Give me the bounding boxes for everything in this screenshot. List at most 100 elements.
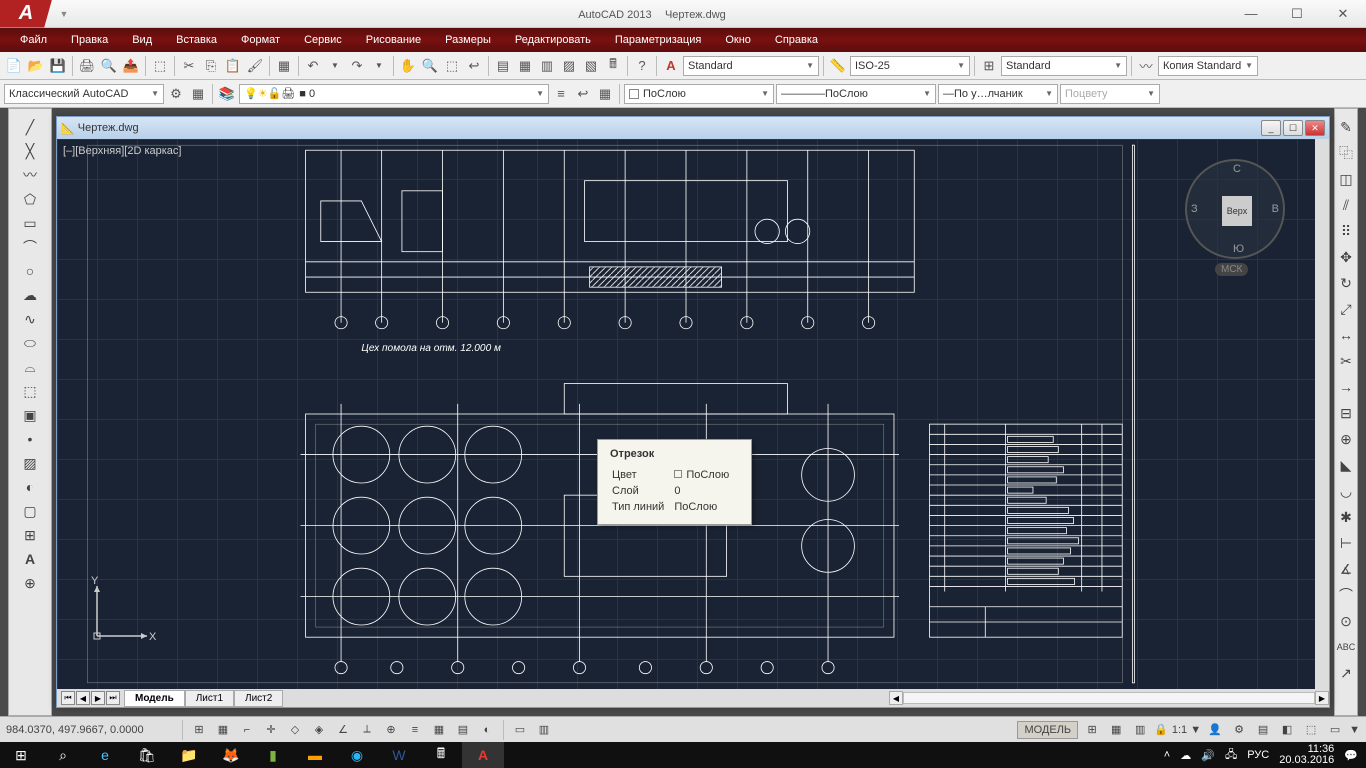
block-icon[interactable]: ▦ xyxy=(274,56,294,76)
annoscale-icon[interactable]: 🔒 xyxy=(1154,723,1168,736)
layout-qv-icon[interactable]: ▥ xyxy=(534,720,554,740)
tab-first-icon[interactable]: ⏮ xyxy=(61,691,75,705)
qv1-icon[interactable]: ▦ xyxy=(1106,720,1126,740)
tablestyle-dd[interactable]: Standard▼ xyxy=(1001,56,1127,76)
props-icon[interactable]: ▤ xyxy=(493,56,513,76)
offset-icon[interactable]: ⫽ xyxy=(1336,195,1356,215)
extend-icon[interactable]: → xyxy=(1336,377,1356,397)
menu-file[interactable]: Файл xyxy=(8,34,59,46)
dimstyle-dd[interactable]: ISO-25▼ xyxy=(850,56,970,76)
undo-icon[interactable]: ↶ xyxy=(303,56,323,76)
scale-dd[interactable]: 1:1 ▼ xyxy=(1172,724,1201,736)
insert-tool-icon[interactable]: ⬚ xyxy=(20,381,40,401)
tab-model[interactable]: Модель xyxy=(124,690,185,707)
gradient-tool-icon[interactable]: ◐ xyxy=(20,477,40,497)
line-tool-icon[interactable]: ╱ xyxy=(20,117,40,137)
explode-icon[interactable]: ✱ xyxy=(1336,507,1356,527)
app2-icon[interactable]: ▬ xyxy=(294,742,336,768)
perf-icon[interactable]: ▤ xyxy=(1253,720,1273,740)
redo-dd-icon[interactable]: ▼ xyxy=(369,56,389,76)
save-icon[interactable]: 💾 xyxy=(48,56,68,76)
qp-icon[interactable]: ▤ xyxy=(453,720,473,740)
drawing-canvas[interactable]: [–][Верхняя][2D каркас] xyxy=(57,139,1315,689)
tablestyle-icon[interactable]: ⊞ xyxy=(979,56,999,76)
tray-up-icon[interactable]: ˄ xyxy=(1164,749,1170,761)
tp-icon[interactable]: ▥ xyxy=(537,56,557,76)
search-icon[interactable]: ⌕ xyxy=(42,742,84,768)
close-button[interactable]: ✕ xyxy=(1320,0,1366,28)
join-icon[interactable]: ⊕ xyxy=(1336,429,1356,449)
maximize-button[interactable]: ☐ xyxy=(1274,0,1320,28)
3dosnap-icon[interactable]: ◈ xyxy=(309,720,329,740)
grid2-icon[interactable]: ⊞ xyxy=(1082,720,1102,740)
tab-next-icon[interactable]: ▶ xyxy=(91,691,105,705)
menu-help[interactable]: Справка xyxy=(763,34,830,46)
point-tool-icon[interactable]: • xyxy=(20,429,40,449)
textstyle-icon[interactable]: A xyxy=(661,56,681,76)
tool-icon[interactable]: ⬚ xyxy=(150,56,170,76)
menu-dimension[interactable]: Размеры xyxy=(433,34,503,46)
tab-prev-icon[interactable]: ◀ xyxy=(76,691,90,705)
rect-tool-icon[interactable]: ▭ xyxy=(20,213,40,233)
menu-insert[interactable]: Вставка xyxy=(164,34,229,46)
layer-mgr-icon[interactable]: 📚 xyxy=(217,84,237,104)
markup-icon[interactable]: ▧ xyxy=(581,56,601,76)
trim-icon[interactable]: ✂ xyxy=(1336,351,1356,371)
doc-titlebar[interactable]: 📐 Чертеж.dwg _ ☐ ✕ xyxy=(57,117,1329,139)
app-logo[interactable]: A xyxy=(0,0,52,28)
tab-layout1[interactable]: Лист1 xyxy=(185,690,234,707)
ws-gear-icon[interactable]: ⚙ xyxy=(166,84,186,104)
sc-icon[interactable]: ◐ xyxy=(477,720,497,740)
qv2-icon[interactable]: ▥ xyxy=(1130,720,1150,740)
tray-vol-icon[interactable]: 🔊 xyxy=(1201,749,1215,762)
doc-close-button[interactable]: ✕ xyxy=(1305,120,1325,136)
move-icon[interactable]: ✥ xyxy=(1336,247,1356,267)
workspace-dd[interactable]: Классический AutoCAD▼ xyxy=(4,84,164,104)
leader-icon[interactable]: ↗ xyxy=(1336,663,1356,683)
hscroll-left-icon[interactable]: ◀ xyxy=(889,691,903,705)
menu-modify[interactable]: Редактировать xyxy=(503,34,603,46)
pan-icon[interactable]: ✋ xyxy=(398,56,418,76)
undo-dd-icon[interactable]: ▼ xyxy=(325,56,345,76)
scale-icon[interactable]: ⤢ xyxy=(1336,299,1356,319)
plotstyle-dd[interactable]: Поцвету▼ xyxy=(1060,84,1160,104)
erase-icon[interactable]: ✎ xyxy=(1336,117,1356,137)
revcloud-tool-icon[interactable]: ☁ xyxy=(20,285,40,305)
stretch-icon[interactable]: ↔ xyxy=(1336,325,1356,345)
minimize-button[interactable]: — xyxy=(1228,0,1274,28)
region-tool-icon[interactable]: ▢ xyxy=(20,501,40,521)
fillet-icon[interactable]: ◡ xyxy=(1336,481,1356,501)
ducs-icon[interactable]: ⟂ xyxy=(357,720,377,740)
tray-dd-icon[interactable]: ▼ xyxy=(1349,724,1360,736)
menu-window[interactable]: Окно xyxy=(713,34,763,46)
color-dd[interactable]: ПоСлою▼ xyxy=(624,84,774,104)
open-icon[interactable]: 📂 xyxy=(26,56,46,76)
dim-tool-icon[interactable]: ⊕ xyxy=(20,573,40,593)
autocad-task-icon[interactable]: A xyxy=(462,742,504,768)
edge-icon[interactable]: e xyxy=(84,742,126,768)
start-button[interactable]: ⊞ xyxy=(0,742,42,768)
cut-icon[interactable]: ✂ xyxy=(179,56,199,76)
ellipse-tool-icon[interactable]: ⬭ xyxy=(20,333,40,353)
zoom-rt-icon[interactable]: 🔍 xyxy=(420,56,440,76)
dimarc-icon[interactable]: ⌒ xyxy=(1336,585,1356,605)
dyn-icon[interactable]: ⊕ xyxy=(381,720,401,740)
tpy-icon[interactable]: ▦ xyxy=(429,720,449,740)
space-indicator[interactable]: МОДЕЛЬ xyxy=(1017,721,1078,739)
doc-min-button[interactable]: _ xyxy=(1261,120,1281,136)
menu-tools[interactable]: Сервис xyxy=(292,34,354,46)
mlstyle-dd[interactable]: Копия Standard▼ xyxy=(1158,56,1258,76)
viewcube-w[interactable]: З xyxy=(1191,203,1198,215)
menu-format[interactable]: Формат xyxy=(229,34,292,46)
textstyle-dd[interactable]: Standard▼ xyxy=(683,56,819,76)
rotate-icon[interactable]: ↻ xyxy=(1336,273,1356,293)
dc-icon[interactable]: ▦ xyxy=(515,56,535,76)
ortho-icon[interactable]: ⌐ xyxy=(237,720,257,740)
clean-icon[interactable]: ▭ xyxy=(1325,720,1345,740)
tab-layout2[interactable]: Лист2 xyxy=(234,690,283,707)
layer-prev-icon[interactable]: ↩ xyxy=(573,84,593,104)
circle-tool-icon[interactable]: ○ xyxy=(20,261,40,281)
explorer-icon[interactable]: 📁 xyxy=(168,742,210,768)
zoom-win-icon[interactable]: ⬚ xyxy=(442,56,462,76)
model-icon[interactable]: ▭ xyxy=(510,720,530,740)
